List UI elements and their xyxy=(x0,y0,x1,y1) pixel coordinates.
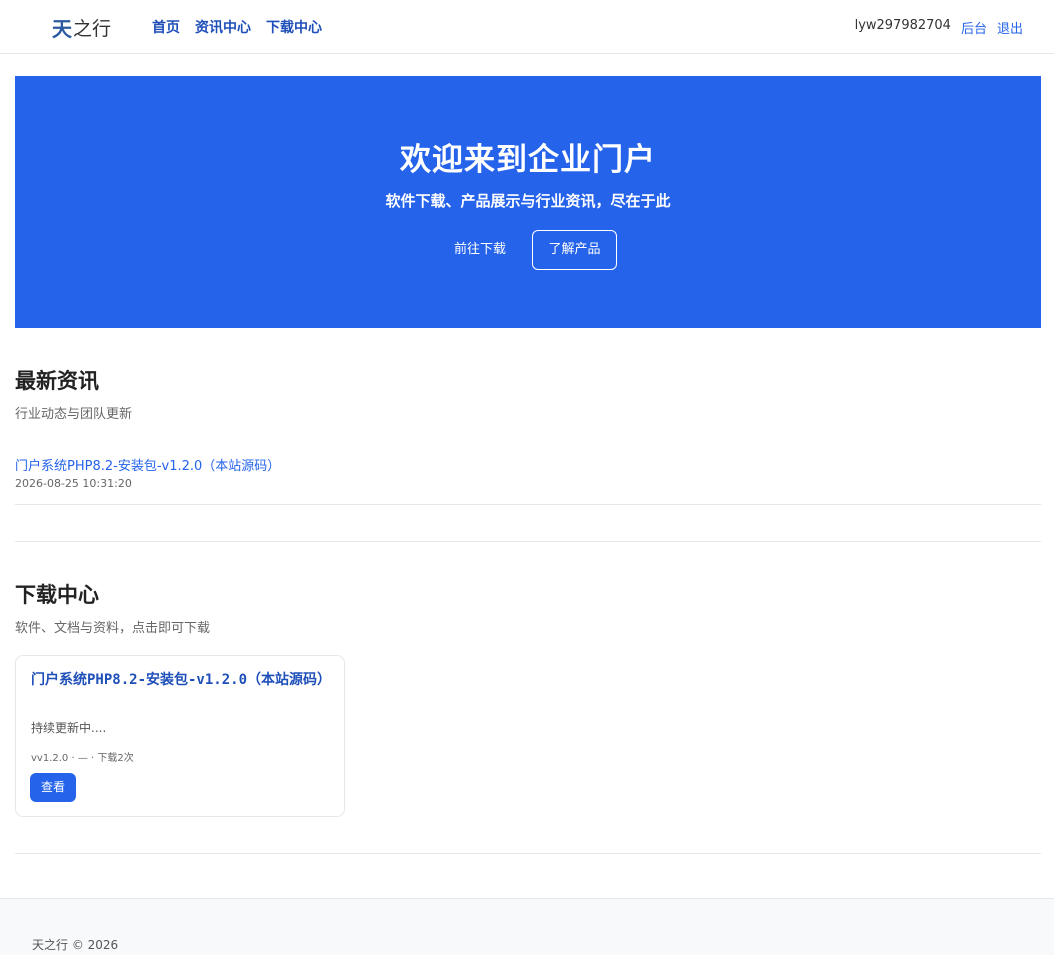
download-card-meta: vv1.2.0 · — · 下载2次 xyxy=(31,753,134,764)
news-item-date: 2026-08-25 10:31:20 xyxy=(15,477,132,490)
logo-mark: 天 xyxy=(52,16,72,41)
news-section-subtitle: 行业动态与团队更新 xyxy=(15,407,133,422)
hero-title: 欢迎来到企业门户 xyxy=(400,142,656,178)
footer-divider xyxy=(15,853,1041,854)
download-card-description: 持续更新中.... xyxy=(31,721,107,735)
nav-news-center[interactable]: 资讯中心 xyxy=(195,17,251,37)
news-item-divider xyxy=(15,504,1041,505)
footer-copyright: 天之行 © 2026 xyxy=(32,938,119,952)
download-card-title[interactable]: 门户系统PHP8.2-安装包-v1.2.0（本站源码） xyxy=(31,670,331,690)
download-card: 门户系统PHP8.2-安装包-v1.2.0（本站源码） 持续更新中.... vv… xyxy=(15,655,345,817)
news-item-link[interactable]: 门户系统PHP8.2-安装包-v1.2.0（本站源码） xyxy=(15,455,280,474)
hero-subtitle: 软件下载、产品展示与行业资讯，尽在于此 xyxy=(385,192,671,210)
nav-download-center[interactable]: 下载中心 xyxy=(266,17,322,37)
news-section-title: 最新资讯 xyxy=(15,368,99,393)
footer: 天之行 © 2026 xyxy=(0,898,1054,955)
logout-link[interactable]: 退出 xyxy=(997,18,1023,37)
top-nav-bar: 天 之行 首页 资讯中心 下载中心 lyw297982704 后台 退出 xyxy=(0,0,1054,54)
site-logo[interactable]: 天 之行 xyxy=(52,14,112,41)
admin-link[interactable]: 后台 xyxy=(961,18,987,37)
learn-product-button[interactable]: 了解产品 xyxy=(532,230,617,270)
user-area: lyw297982704 后台 退出 xyxy=(855,18,1023,37)
go-download-button[interactable]: 前往下载 xyxy=(441,240,519,260)
downloads-section-title: 下载中心 xyxy=(15,582,99,607)
downloads-section-subtitle: 软件、文档与资料，点击即可下载 xyxy=(15,621,211,636)
section-divider xyxy=(15,541,1041,542)
logo-text: 之行 xyxy=(73,17,112,40)
nav-home[interactable]: 首页 xyxy=(152,17,180,37)
username: lyw297982704 xyxy=(854,18,951,33)
hero-banner: 欢迎来到企业门户 软件下载、产品展示与行业资讯，尽在于此 前往下载 了解产品 xyxy=(15,76,1041,328)
view-button[interactable]: 查看 xyxy=(30,773,76,802)
main-nav: 首页 资讯中心 下载中心 xyxy=(152,17,322,37)
